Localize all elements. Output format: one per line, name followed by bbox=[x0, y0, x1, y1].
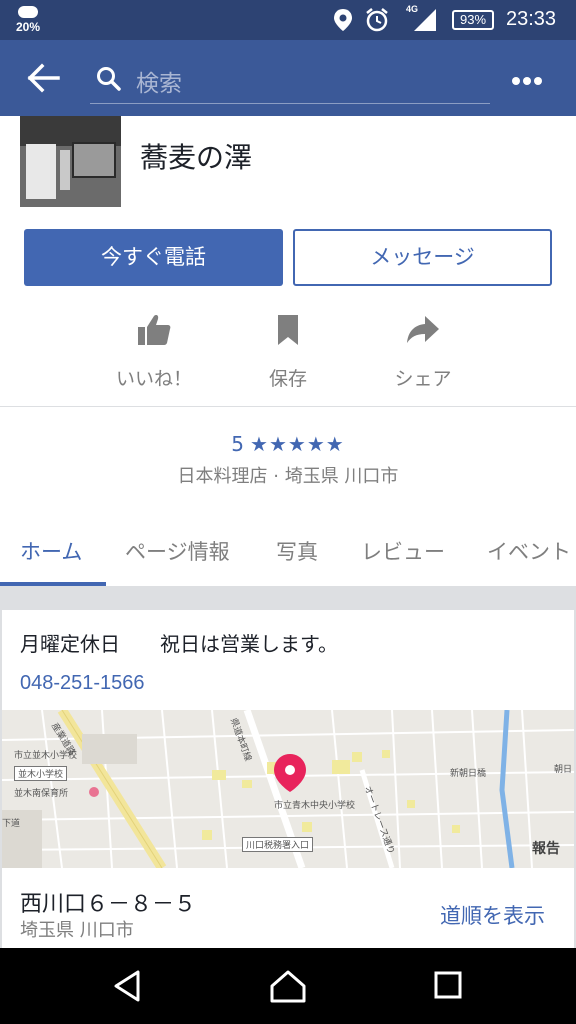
street-address: 西川口６－８－５ bbox=[20, 892, 197, 917]
location-icon bbox=[334, 9, 352, 31]
page-title: 蕎麦の澤 bbox=[140, 141, 253, 174]
map-label: 下道 bbox=[2, 819, 21, 829]
save-action[interactable]: 保存 bbox=[223, 312, 353, 391]
bookmark-icon bbox=[278, 315, 298, 345]
system-nav-bar bbox=[0, 948, 576, 1024]
map-label: 新朝日橋 bbox=[450, 769, 487, 779]
message-button[interactable]: メッセージ bbox=[293, 229, 552, 286]
map-label: 川口税務署入口 bbox=[242, 837, 314, 852]
share-icon bbox=[407, 316, 439, 343]
tab-page-info[interactable]: ページ情報 bbox=[125, 536, 230, 566]
call-now-button[interactable]: 今すぐ電話 bbox=[24, 229, 283, 286]
map-report-link[interactable]: 報告 bbox=[532, 838, 560, 858]
share-action[interactable]: シェア bbox=[358, 312, 488, 391]
cloud-icon bbox=[18, 6, 38, 18]
search-icon bbox=[97, 67, 121, 91]
weather-percent: 20% bbox=[16, 20, 41, 34]
prefecture-city: 埼玉県 川口市 bbox=[20, 920, 134, 941]
like-label: いいね！ bbox=[115, 368, 192, 390]
weather-indicator: 20% bbox=[16, 4, 46, 36]
tab-reviews[interactable]: レビュー bbox=[361, 536, 445, 566]
share-label: シェア bbox=[394, 368, 452, 390]
map-label: 朝日 bbox=[554, 765, 573, 775]
business-hours: 月曜定休日 祝日は営業します。 bbox=[20, 632, 338, 656]
search-placeholder: 検索 bbox=[136, 71, 182, 97]
tab-photos[interactable]: 写真 bbox=[276, 536, 318, 566]
alarm-icon bbox=[366, 8, 388, 32]
battery-icon: 93% bbox=[452, 10, 494, 30]
divider bbox=[0, 406, 576, 407]
rating[interactable]: 5 ★★★★★ bbox=[0, 432, 576, 456]
category-location: 日本料理店 · 埼玉県 川口市 bbox=[177, 466, 399, 487]
more-icon[interactable] bbox=[512, 70, 552, 86]
page-thumbnail[interactable] bbox=[20, 116, 121, 207]
clock: 23:33 bbox=[506, 8, 557, 30]
nav-home-icon[interactable] bbox=[268, 968, 308, 1004]
map-label: 市立青木中央小学校 bbox=[274, 801, 356, 811]
tab-home[interactable]: ホーム bbox=[20, 536, 82, 566]
nav-back-icon[interactable] bbox=[108, 968, 148, 1004]
rating-value: 5 bbox=[231, 432, 245, 456]
phone-number[interactable]: 048-251-1566 bbox=[20, 672, 145, 695]
tab-bar: ホーム ページ情報 写真 レビュー イベント bbox=[0, 510, 576, 586]
info-card: 月曜定休日 祝日は営業します。 048-251-1566 市立並木小学校 並木小… bbox=[2, 610, 574, 948]
thumbs-up-icon bbox=[138, 315, 171, 345]
directions-link[interactable]: 道順を表示 bbox=[440, 900, 545, 930]
map-label: 並木南保育所 bbox=[14, 789, 69, 799]
nav-recents-icon[interactable] bbox=[428, 968, 468, 1004]
signal-icon bbox=[414, 9, 436, 31]
search-input[interactable]: 検索 bbox=[90, 54, 490, 104]
status-bar: 20% 4G 93% 23:33 bbox=[0, 0, 576, 40]
like-action[interactable]: いいね！ bbox=[89, 312, 219, 391]
app-bar: 検索 bbox=[0, 40, 576, 116]
map-label: 並木小学校 bbox=[14, 766, 68, 781]
save-label: 保存 bbox=[268, 368, 307, 390]
rating-stars: ★★★★★ bbox=[250, 432, 345, 456]
map[interactable]: 市立並木小学校 並木小学校 並木南保育所 下道 産業道路 県道本町線 市立青木中… bbox=[2, 710, 574, 868]
back-arrow-icon[interactable] bbox=[24, 60, 64, 96]
tab-events[interactable]: イベント bbox=[487, 536, 571, 566]
